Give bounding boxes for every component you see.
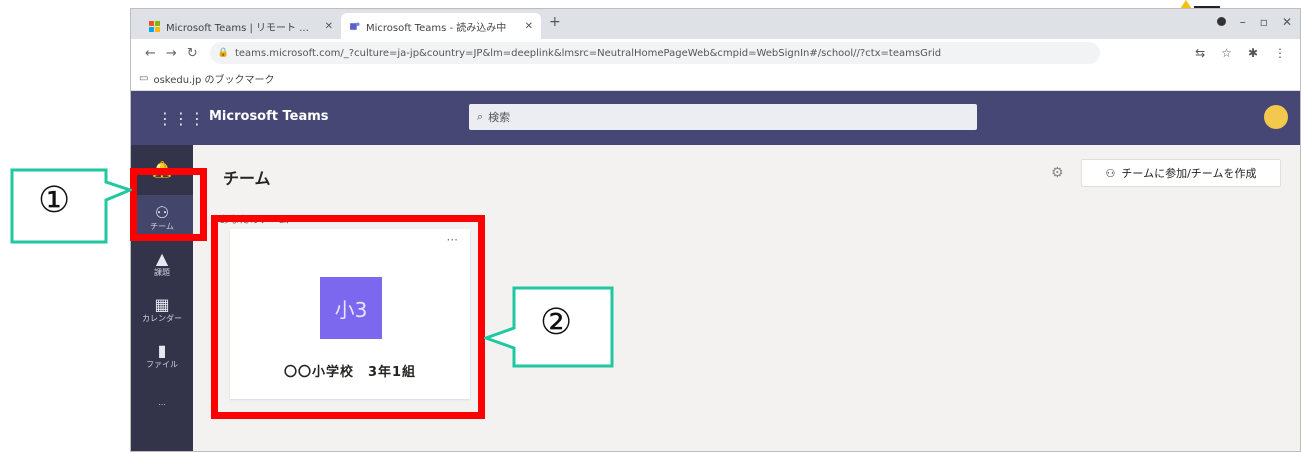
more-icon: ... — [158, 397, 166, 407]
maximize-icon[interactable]: ▫ — [1260, 15, 1268, 29]
callout-2-number: ② — [540, 302, 573, 343]
rail-item-label: カレンダー — [142, 313, 182, 323]
forward-icon[interactable]: → — [166, 46, 177, 61]
extensions-icon[interactable]: ✱ — [1248, 46, 1258, 60]
translate-icon[interactable]: ⇆ — [1195, 46, 1205, 60]
join-button-label: チームに参加/チームを作成 — [1121, 167, 1257, 180]
highlight-box-2 — [211, 215, 485, 419]
search-placeholder: 検索 — [488, 111, 511, 124]
new-tab-button[interactable]: + — [549, 14, 561, 30]
rail-item-assignments[interactable]: ▲ 課題 — [131, 241, 193, 287]
close-tab-icon[interactable]: ✕ — [325, 21, 333, 32]
folder-icon: ▭ — [139, 73, 149, 84]
address-bar[interactable]: 🔒 teams.microsoft.com/_?culture=ja-jp&co… — [209, 42, 1100, 64]
join-create-team-button[interactable]: ⚇ チームに参加/チームを作成 — [1081, 159, 1281, 187]
teams-logo-icon — [350, 22, 360, 30]
rail-item-label: 課題 — [154, 267, 170, 277]
add-people-icon: ⚇ — [1105, 166, 1116, 180]
gear-icon[interactable]: ⚙ — [1051, 165, 1064, 181]
page-title: チーム — [223, 169, 271, 188]
app-title: Microsoft Teams — [209, 109, 329, 124]
minimize-icon[interactable]: – — [1240, 15, 1246, 29]
files-icon: ▮ — [157, 340, 167, 360]
profile-dot-icon[interactable] — [1216, 17, 1226, 26]
window-controls: – ▫ ✕ — [1216, 15, 1292, 29]
url-text: teams.microsoft.com/_?culture=ja-jp&coun… — [234, 47, 942, 59]
tab-title: Microsoft Teams - 読み込み中 — [366, 22, 507, 34]
rail-item-label: ファイル — [146, 359, 178, 369]
close-window-icon[interactable]: ✕ — [1282, 15, 1292, 29]
bookmark-star-icon[interactable]: ☆ — [1221, 46, 1232, 60]
search-input[interactable]: ⌕ 検索 — [469, 104, 977, 130]
toolbar-icons: ⇆ ☆ ✱ ⋮ — [1195, 46, 1286, 60]
avatar[interactable] — [1264, 105, 1288, 129]
calendar-icon: ▦ — [154, 294, 170, 314]
bookmarks-bar: ▭ oskedu.jp のブックマーク — [131, 67, 1300, 91]
menu-icon[interactable]: ⋮ — [1274, 46, 1286, 60]
app-launcher-icon[interactable]: ⋮⋮⋮ — [157, 109, 205, 128]
browser-tab-2[interactable]: Microsoft Teams - 読み込み中 ✕ — [341, 13, 541, 39]
search-icon: ⌕ — [477, 110, 484, 123]
callout-1: ① — [10, 168, 135, 248]
tab-title: Microsoft Teams | リモート ... — [166, 22, 309, 34]
teams-header: ⋮⋮⋮ Microsoft Teams ⌕ 検索 — [131, 91, 1300, 145]
rail-item-more[interactable]: ... — [131, 379, 193, 425]
browser-tab-1[interactable]: Microsoft Teams | リモート ... ✕ — [141, 13, 341, 39]
callout-1-number: ① — [38, 180, 71, 221]
address-toolbar: ← → ↻ 🔒 teams.microsoft.com/_?culture=ja… — [131, 39, 1300, 67]
assignments-icon: ▲ — [155, 248, 169, 268]
microsoft-logo-icon — [149, 20, 160, 32]
tab-strip: Microsoft Teams | リモート ... ✕ Microsoft T… — [131, 9, 1300, 39]
callout-1-shape — [10, 168, 135, 244]
callout-2: ② — [481, 286, 614, 372]
lock-icon: 🔒 — [217, 48, 229, 58]
rail-item-calendar[interactable]: ▦ カレンダー — [131, 287, 193, 333]
back-icon[interactable]: ← — [145, 46, 156, 61]
highlight-box-1 — [130, 168, 207, 241]
close-tab-icon[interactable]: ✕ — [525, 21, 533, 32]
reload-icon[interactable]: ↻ — [187, 46, 198, 61]
bookmark-folder[interactable]: oskedu.jp のブックマーク — [153, 71, 274, 86]
rail-item-files[interactable]: ▮ ファイル — [131, 333, 193, 379]
